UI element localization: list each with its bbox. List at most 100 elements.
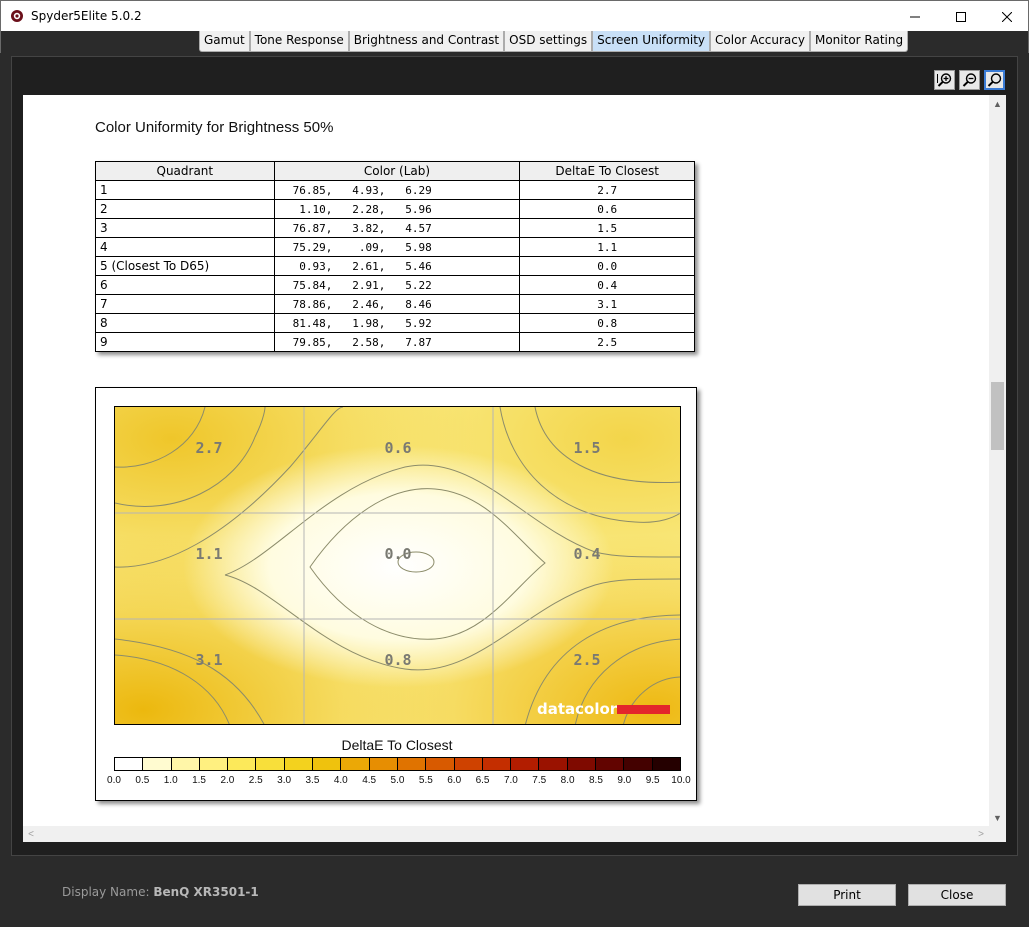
lab-cell: 78.86, 2.46, 8.46 bbox=[273, 294, 521, 314]
table-row: 4 75.29, .09, 5.98 1.1 bbox=[95, 237, 695, 257]
colorbar-segment bbox=[228, 758, 257, 770]
scroll-left-icon[interactable]: < bbox=[23, 826, 39, 842]
display-name-label: Display Name: bbox=[62, 885, 150, 899]
colorbar-tick-label: 4.5 bbox=[362, 775, 377, 786]
table-row: 9 79.85, 2.58, 7.87 2.5 bbox=[95, 332, 695, 352]
colorbar-tick-label: 3.0 bbox=[277, 775, 292, 786]
print-button[interactable]: Print bbox=[798, 884, 896, 906]
colorbar-tick-label: 6.5 bbox=[475, 775, 490, 786]
colorbar-segment bbox=[284, 758, 314, 770]
minimize-button[interactable] bbox=[892, 1, 938, 32]
tab-bar: Gamut Tone Response Brightness and Contr… bbox=[0, 31, 1029, 53]
close-button[interactable]: Close bbox=[908, 884, 1006, 906]
table-row: 5 (Closest To D65) 0.93, 2.61, 5.46 0.0 bbox=[95, 256, 695, 276]
cell-value-label: 0.6 bbox=[384, 439, 411, 457]
deltae-cell: 0.6 bbox=[519, 199, 695, 219]
cell-value-label: 2.7 bbox=[195, 439, 222, 457]
colorbar-segment bbox=[539, 758, 568, 770]
colorbar-segment bbox=[482, 758, 512, 770]
lab-cell: 1.10, 2.28, 5.96 bbox=[273, 199, 521, 219]
deltae-cell: 0.8 bbox=[519, 313, 695, 333]
zoom-out-icon bbox=[962, 73, 976, 87]
table-row: 1 76.85, 4.93, 6.29 2.7 bbox=[95, 180, 695, 200]
tab-screen-uniformity[interactable]: Screen Uniformity bbox=[592, 31, 711, 52]
scroll-down-icon[interactable]: ▼ bbox=[989, 809, 1006, 826]
colorbar-segment bbox=[143, 758, 172, 770]
maximize-icon bbox=[956, 11, 966, 22]
tab-brightness-contrast[interactable]: Brightness and Contrast bbox=[348, 31, 505, 52]
table-row: 3 76.87, 3.82, 4.57 1.5 bbox=[95, 218, 695, 238]
colorbar-tick-label: 5.0 bbox=[390, 775, 405, 786]
maximize-button[interactable] bbox=[938, 1, 984, 32]
horizontal-scrollbar[interactable]: < > bbox=[23, 826, 989, 842]
app-logo-icon bbox=[11, 10, 23, 22]
colorbar-tick-label: 6.0 bbox=[447, 775, 462, 786]
table-row: 7 78.86, 2.46, 8.46 3.1 bbox=[95, 294, 695, 314]
report-viewport: Color Uniformity for Brightness 50% Quad… bbox=[23, 95, 1006, 842]
zoom-in-icon bbox=[936, 73, 951, 87]
deltae-cell: 2.7 bbox=[519, 180, 695, 200]
table-row: 8 81.48, 1.98, 5.92 0.8 bbox=[95, 313, 695, 333]
quadrant-cell: 8 bbox=[95, 313, 275, 333]
colorbar-segment bbox=[369, 758, 398, 770]
uniformity-table: Quadrant Color (Lab) DeltaE To Closest 1… bbox=[95, 161, 695, 352]
zoom-fit-button[interactable] bbox=[984, 70, 1005, 90]
quadrant-cell: 1 bbox=[95, 180, 275, 200]
datacolor-logo-bar bbox=[617, 705, 670, 714]
report-title: Color Uniformity for Brightness 50% bbox=[95, 119, 334, 136]
datacolor-logo: datacolor bbox=[537, 700, 618, 718]
colorbar-tick-label: 1.0 bbox=[163, 775, 178, 786]
display-name: Display Name: BenQ XR3501-1 bbox=[62, 885, 259, 899]
zoom-toolbar bbox=[934, 70, 1005, 90]
tab-tone-response[interactable]: Tone Response bbox=[249, 31, 349, 52]
lab-cell: 0.93, 2.61, 5.46 bbox=[273, 256, 521, 276]
tab-gamut[interactable]: Gamut bbox=[199, 31, 250, 52]
colorbar-segment bbox=[511, 758, 540, 770]
vertical-scrollbar[interactable]: ▲ ▼ bbox=[989, 95, 1006, 826]
report-tabs: Gamut Tone Response Brightness and Contr… bbox=[199, 31, 909, 52]
column-header-deltae: DeltaE To Closest bbox=[519, 161, 695, 181]
quadrant-cell: 4 bbox=[95, 237, 275, 257]
heatmap-svg: 2.7 0.6 1.5 1.1 0.0 0.4 3.1 0.8 2.5 data… bbox=[115, 407, 680, 724]
colorbar-segment bbox=[199, 758, 229, 770]
lab-cell: 76.87, 3.82, 4.57 bbox=[273, 218, 521, 238]
colorbar-tick-label: 3.5 bbox=[305, 775, 320, 786]
colorbar-segment bbox=[426, 758, 455, 770]
quadrant-cell: 7 bbox=[95, 294, 275, 314]
tab-color-accuracy[interactable]: Color Accuracy bbox=[710, 31, 810, 52]
zoom-in-button[interactable] bbox=[934, 70, 955, 90]
colorbar-segment bbox=[454, 758, 483, 770]
lab-cell: 75.84, 2.91, 5.22 bbox=[273, 275, 521, 295]
zoom-out-button[interactable] bbox=[959, 70, 980, 90]
scroll-right-icon[interactable]: > bbox=[973, 826, 989, 842]
quadrant-cell: 6 bbox=[95, 275, 275, 295]
quadrant-cell: 3 bbox=[95, 218, 275, 238]
tab-monitor-rating[interactable]: Monitor Rating bbox=[809, 31, 909, 52]
colorbar-segment bbox=[171, 758, 200, 770]
deltae-cell: 0.0 bbox=[519, 256, 695, 276]
table-row: 2 1.10, 2.28, 5.96 0.6 bbox=[95, 199, 695, 219]
cell-value-label: 1.1 bbox=[195, 545, 222, 563]
tab-osd-settings[interactable]: OSD settings bbox=[504, 31, 593, 52]
table-row: 6 75.84, 2.91, 5.22 0.4 bbox=[95, 275, 695, 295]
colorbar-tick-label: 1.5 bbox=[192, 775, 206, 786]
column-header-color-lab: Color (Lab) bbox=[273, 161, 521, 181]
cell-value-label: 0.4 bbox=[573, 545, 600, 563]
scroll-corner bbox=[989, 826, 1006, 842]
close-window-button[interactable] bbox=[984, 1, 1029, 32]
zoom-fit-icon bbox=[987, 73, 1001, 87]
colorbar-tick-label: 2.0 bbox=[220, 775, 235, 786]
colorbar-segment bbox=[624, 758, 653, 770]
vertical-scroll-thumb[interactable] bbox=[991, 382, 1004, 450]
colorbar-segment bbox=[567, 758, 597, 770]
scroll-up-icon[interactable]: ▲ bbox=[989, 95, 1006, 112]
table-header-row: Quadrant Color (Lab) DeltaE To Closest bbox=[95, 161, 695, 181]
quadrant-cell: 2 bbox=[95, 199, 275, 219]
colorbar-tick-label: 8.0 bbox=[560, 775, 575, 786]
lab-cell: 79.85, 2.58, 7.87 bbox=[273, 332, 521, 352]
colorbar-segment bbox=[596, 758, 625, 770]
column-header-quadrant: Quadrant bbox=[95, 161, 275, 181]
colorbar-tick-label: 4.0 bbox=[333, 775, 348, 786]
deltae-cell: 3.1 bbox=[519, 294, 695, 314]
colorbar-segment bbox=[313, 758, 342, 770]
